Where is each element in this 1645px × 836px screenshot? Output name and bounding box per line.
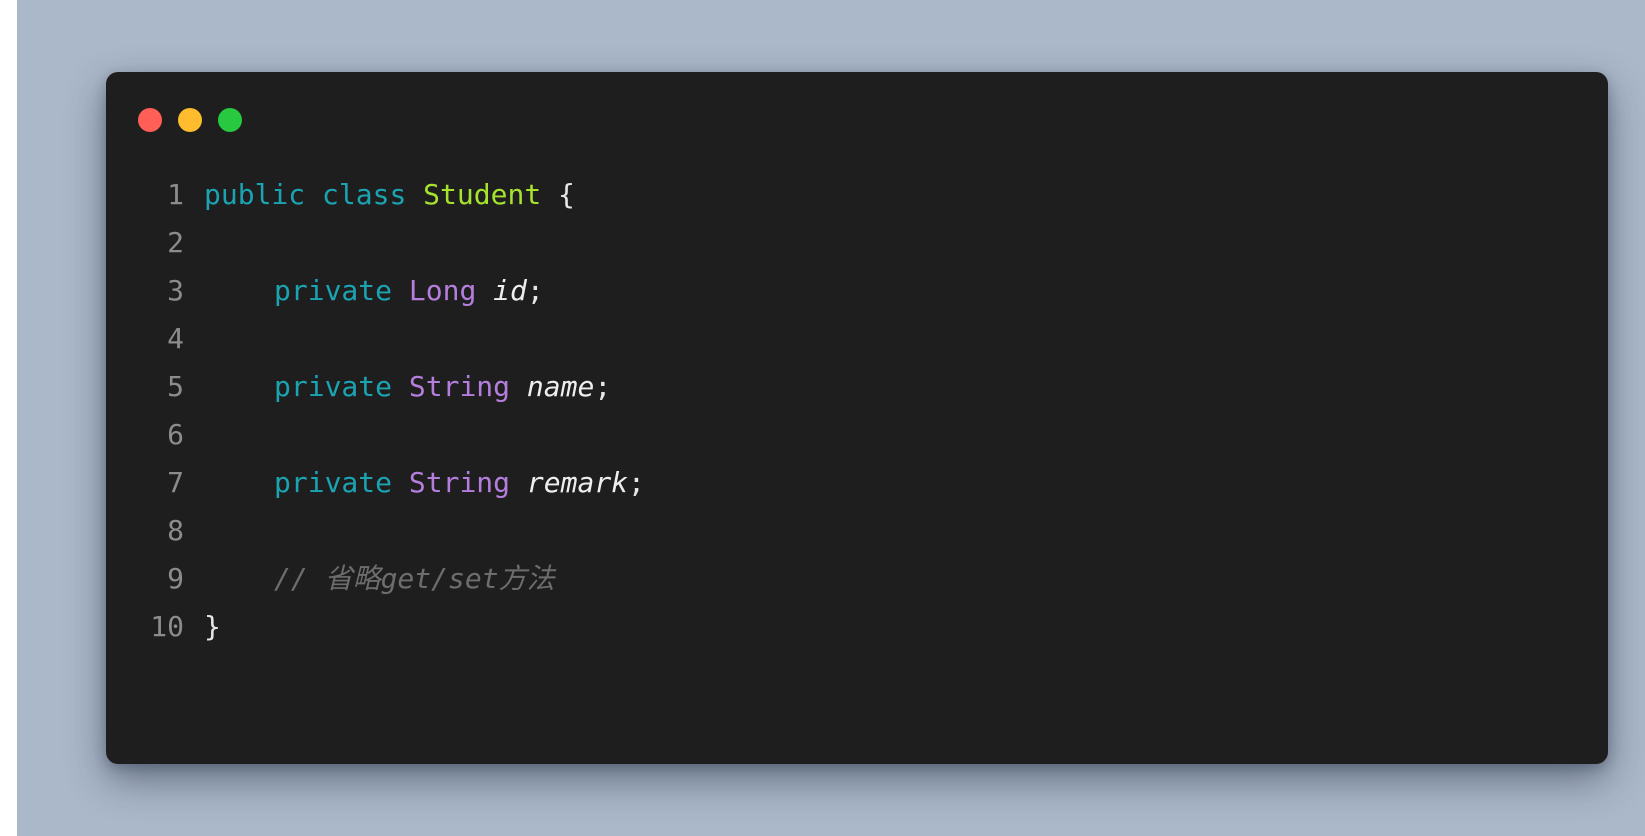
class-name: Student <box>423 178 542 211</box>
window-controls <box>138 108 242 132</box>
code-line: 1 public class Student { <box>106 171 1608 219</box>
open-brace: { <box>558 178 575 211</box>
code-line: 7 private String remark; <box>106 459 1608 507</box>
code-window: 1 public class Student { 2 3 private Lon… <box>106 72 1608 764</box>
keyword-private: private <box>274 466 393 499</box>
code-line: 2 <box>106 219 1608 267</box>
keyword-class: class <box>322 178 407 211</box>
field-name: name <box>526 370 595 403</box>
line-number: 3 <box>167 274 184 307</box>
code-line: 8 <box>106 507 1608 555</box>
semicolon: ; <box>628 466 645 499</box>
code-line: 6 <box>106 411 1608 459</box>
line-number: 4 <box>167 322 184 355</box>
code-block: 1 public class Student { 2 3 private Lon… <box>106 171 1608 651</box>
line-number: 9 <box>167 562 184 595</box>
page-backdrop: 1 public class Student { 2 3 private Lon… <box>17 0 1645 836</box>
close-dot-icon[interactable] <box>138 108 162 132</box>
code-comment: // 省略get/set方法 <box>274 562 555 595</box>
semicolon: ; <box>526 274 544 307</box>
maximize-dot-icon[interactable] <box>218 108 242 132</box>
keyword-public: public <box>204 178 306 211</box>
minimize-dot-icon[interactable] <box>178 108 202 132</box>
line-number: 10 <box>150 610 184 643</box>
line-number: 7 <box>167 466 184 499</box>
code-line: 3 private Long id; <box>106 267 1608 315</box>
code-line: 4 <box>106 315 1608 363</box>
semicolon: ; <box>594 370 612 403</box>
type-name: String <box>408 370 511 403</box>
type-name: Long <box>408 274 477 307</box>
field-name: remark <box>526 466 629 499</box>
line-number: 8 <box>167 514 184 547</box>
code-line: 9 // 省略get/set方法 <box>106 555 1608 603</box>
code-line: 10 } <box>106 603 1608 651</box>
close-brace: } <box>204 610 221 643</box>
field-name: id <box>493 274 527 307</box>
line-number: 5 <box>167 370 184 403</box>
type-name: String <box>408 466 511 499</box>
keyword-private: private <box>274 370 393 403</box>
line-number: 6 <box>167 418 184 451</box>
keyword-private: private <box>274 274 393 307</box>
line-number: 1 <box>167 178 184 211</box>
code-line: 5 private String name; <box>106 363 1608 411</box>
line-number: 2 <box>167 226 184 259</box>
